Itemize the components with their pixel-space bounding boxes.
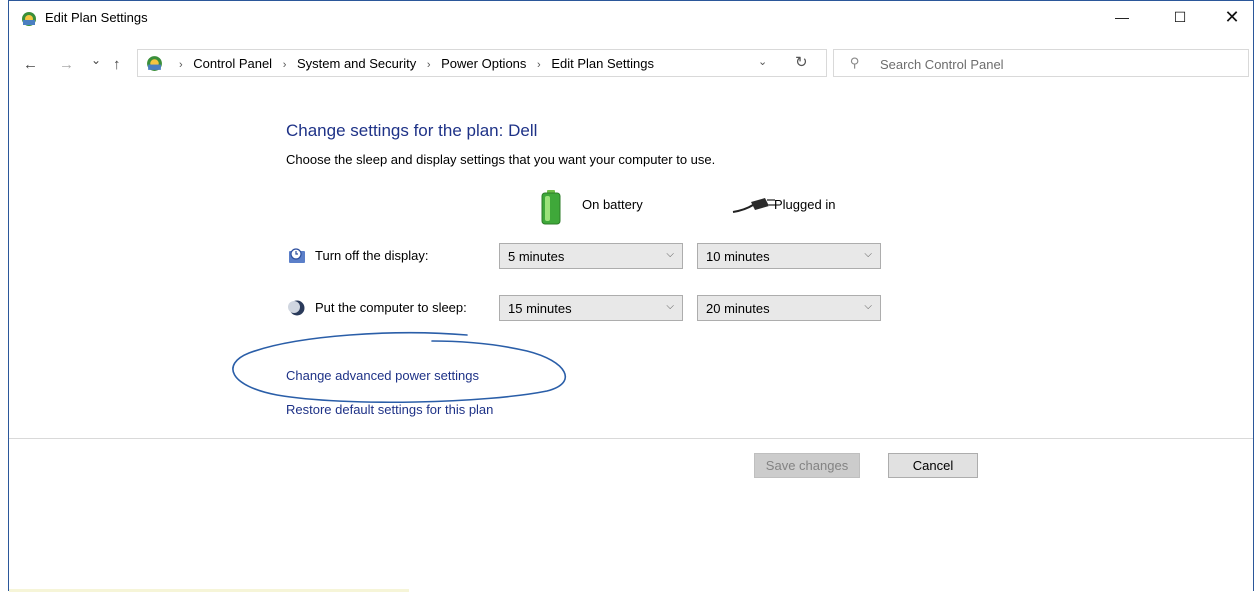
save-changes-button[interactable]: Save changes [754,453,860,478]
address-bar[interactable]: › Control Panel › System and Security › … [137,49,827,77]
control-panel-icon [22,12,36,26]
refresh-icon[interactable]: ↻ [795,53,808,71]
sleep-moon-icon [288,300,305,316]
sleep-label: Put the computer to sleep: [315,300,467,315]
minimize-button[interactable]: — [1099,1,1145,35]
back-arrow-icon[interactable]: ← [23,56,38,73]
breadcrumb-system-and-security[interactable]: System and Security [297,56,416,71]
restore-default-settings-link[interactable]: Restore default settings for this plan [286,402,493,417]
close-button[interactable]: ✕ [1209,1,1255,35]
display-off-battery-select[interactable]: 5 minutes ⌵ [499,243,683,269]
chevron-right-icon[interactable]: › [537,59,541,71]
column-plugged-in: Plugged in [774,197,836,212]
breadcrumb-control-panel[interactable]: Control Panel [193,56,272,71]
title-bar: Edit Plan Settings — ☐ ✕ [9,1,1253,35]
search-box[interactable]: ⚲ [833,49,1249,77]
up-arrow-icon[interactable]: ↑ [113,56,121,73]
window: Edit Plan Settings — ☐ ✕ ← → ⌄ ↑ › Contr… [8,0,1254,592]
control-panel-icon [147,56,162,71]
search-icon: ⚲ [850,55,860,70]
display-off-plugged-select[interactable]: 10 minutes ⌵ [697,243,881,269]
breadcrumb: › Control Panel › System and Security › … [172,56,654,71]
chevron-down-icon: ⌵ [666,249,674,260]
page-title: Change settings for the plan: Dell [286,121,538,140]
select-value: 15 minutes [508,301,572,316]
maximize-button[interactable]: ☐ [1157,1,1203,35]
cancel-button[interactable]: Cancel [888,453,978,478]
chevron-down-icon: ⌵ [666,301,674,312]
window-title: Edit Plan Settings [45,10,148,25]
forward-arrow-icon[interactable]: → [59,56,74,73]
power-plug-icon [732,198,776,213]
chevron-right-icon[interactable]: › [427,59,431,71]
divider [9,438,1253,439]
sleep-plugged-select[interactable]: 20 minutes ⌵ [697,295,881,321]
address-dropdown-icon[interactable]: ⌄ [758,55,767,68]
search-input[interactable] [878,54,1242,74]
breadcrumb-edit-plan-settings[interactable]: Edit Plan Settings [551,56,654,71]
page-subtitle: Choose the sleep and display settings th… [286,152,716,167]
chevron-down-icon: ⌵ [864,301,872,312]
display-timer-icon [289,248,305,263]
breadcrumb-power-options[interactable]: Power Options [441,56,526,71]
battery-icon [541,190,561,225]
display-off-label: Turn off the display: [315,248,429,263]
select-value: 5 minutes [508,249,565,264]
sleep-battery-select[interactable]: 15 minutes ⌵ [499,295,683,321]
select-value: 10 minutes [706,249,770,264]
chevron-down-icon: ⌵ [864,249,872,260]
select-value: 20 minutes [706,301,770,316]
recent-locations-icon[interactable]: ⌄ [91,53,101,67]
chevron-right-icon[interactable]: › [283,59,287,71]
column-on-battery: On battery [582,197,643,212]
chevron-right-icon: › [179,59,183,71]
change-advanced-power-settings-link[interactable]: Change advanced power settings [286,368,479,383]
